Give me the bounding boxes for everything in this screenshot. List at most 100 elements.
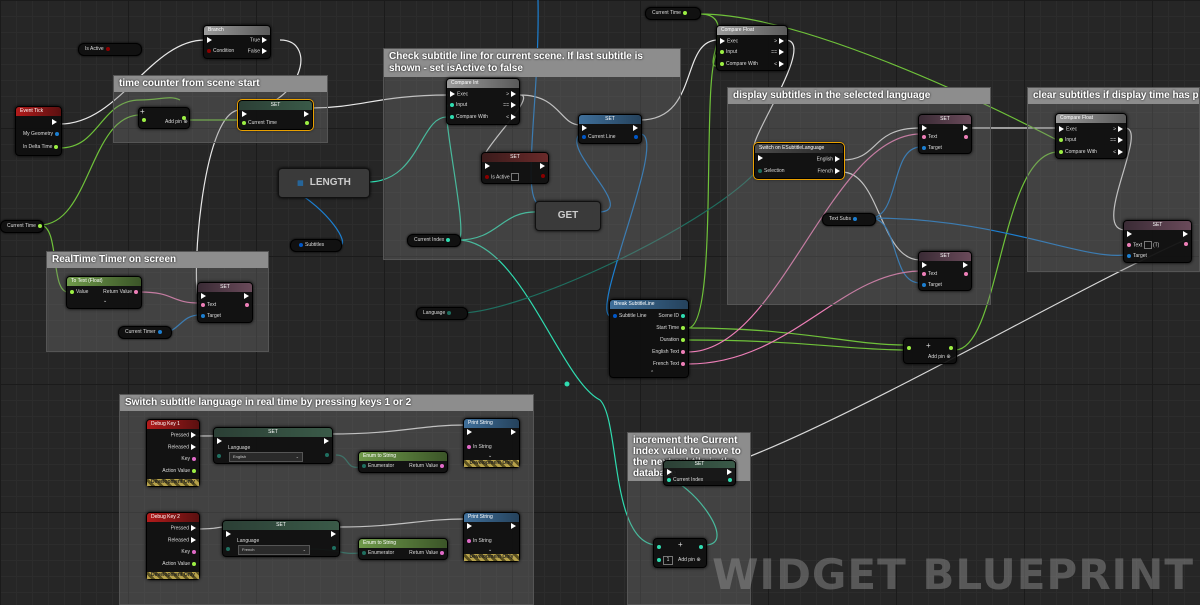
debug-key-2-node[interactable]: Debug Key 2 Pressed Released Key Action … xyxy=(146,512,200,580)
int-value-box[interactable]: 1 xyxy=(663,556,673,565)
get-array-node[interactable]: GET xyxy=(535,201,601,231)
input-pin[interactable]: Input xyxy=(1057,137,1076,144)
text-value-box[interactable] xyxy=(1143,241,1152,249)
value-pin[interactable]: Value xyxy=(68,289,88,296)
text-pin[interactable]: Text xyxy=(920,134,937,141)
subtitle-line-pin[interactable]: Subtitle Line xyxy=(611,313,647,320)
equal-pin[interactable]: == xyxy=(771,49,786,56)
current-time-getter[interactable]: Current Time xyxy=(0,220,44,233)
compare-with-pin[interactable]: Compare With xyxy=(448,114,488,121)
add-int-node[interactable]: + 1 Add pin ⊕ xyxy=(653,538,707,568)
return-value-pin[interactable]: Return Value xyxy=(409,550,446,557)
geometry-pin[interactable]: My Geometry xyxy=(23,131,61,138)
exec-in-pin[interactable] xyxy=(920,262,929,269)
action-value-pin[interactable]: Action Value xyxy=(162,468,198,475)
scene-id-pin[interactable]: Scene ID xyxy=(658,313,687,320)
input-pin[interactable]: Input xyxy=(448,102,467,109)
exec-in-pin[interactable] xyxy=(224,531,233,538)
input-pin[interactable]: Input xyxy=(718,49,737,56)
exec-in-pin[interactable] xyxy=(465,523,474,530)
delta-time-pin[interactable]: In Delta Time xyxy=(23,144,60,151)
exec-in-pin[interactable] xyxy=(920,125,929,132)
exec-in-pin[interactable] xyxy=(199,293,208,300)
exec-out-pin[interactable] xyxy=(1181,231,1190,238)
exec-out-pin[interactable] xyxy=(631,125,640,132)
switch-language-node[interactable]: Switch on ESubtitleLanguage Selection En… xyxy=(753,142,845,180)
exec-in-pin[interactable] xyxy=(665,469,674,476)
pressed-pin[interactable]: Pressed xyxy=(171,432,198,439)
french-text-pin[interactable]: French Text xyxy=(653,361,687,368)
text-pin[interactable]: Text xyxy=(920,271,937,278)
compare-with-pin[interactable]: Compare With xyxy=(1057,149,1097,156)
text-out-pin[interactable] xyxy=(243,302,251,309)
chevron-down-icon[interactable]: ⌄ xyxy=(488,547,492,554)
false-pin[interactable]: False xyxy=(248,48,269,55)
enum-to-string-node-2[interactable]: Enum to String Enumerator Return Value xyxy=(358,538,448,560)
in-string-pin[interactable]: In String xyxy=(465,444,492,451)
input-pins[interactable] xyxy=(140,117,148,124)
input-pin-a[interactable] xyxy=(655,544,663,551)
exec-in-pin[interactable] xyxy=(580,125,589,132)
true-pin[interactable]: True xyxy=(250,37,269,44)
text-out-pin[interactable] xyxy=(962,134,970,141)
equal-pin[interactable]: == xyxy=(503,102,518,109)
branch-node[interactable]: Branch Condition True False xyxy=(203,25,271,59)
target-pin[interactable]: Target xyxy=(920,145,942,152)
greater-pin[interactable]: > xyxy=(1113,126,1125,133)
subtitles-getter[interactable]: Subtitles xyxy=(290,239,342,252)
exec-out-pin[interactable] xyxy=(961,262,970,269)
add-float-node-mid[interactable]: + Add pin ⊕ xyxy=(903,338,957,364)
output-pin[interactable] xyxy=(330,545,338,552)
exec-out-pin[interactable] xyxy=(725,469,734,476)
text-pin[interactable]: Text xyxy=(199,302,216,309)
action-value-pin[interactable]: Action Value xyxy=(162,561,198,568)
current-time-getter-top[interactable]: Current Time xyxy=(645,7,701,20)
text-pin[interactable]: Text (T) xyxy=(1125,241,1159,249)
exec-out-pin[interactable] xyxy=(961,125,970,132)
enum-to-string-node-1[interactable]: Enum to String Enumerator Return Value xyxy=(358,451,448,473)
is-active-pin[interactable]: Is Active xyxy=(483,173,520,181)
set-language-french-node[interactable]: SET Language French ⌄ xyxy=(222,520,340,557)
chevron-down-icon[interactable]: ⌄ xyxy=(103,298,107,305)
exec-in-pin[interactable]: Exec xyxy=(718,38,738,45)
text-subs-getter[interactable]: Text Subs xyxy=(822,213,876,226)
english-text-pin[interactable]: English Text xyxy=(652,349,687,356)
start-time-pin[interactable]: Start Time xyxy=(656,325,687,332)
exec-in-pin[interactable]: Exec xyxy=(1057,126,1077,133)
event-tick-node[interactable]: Event Tick My Geometry In Delta Time xyxy=(15,106,62,156)
debug-key-1-node[interactable]: Debug Key 1 Pressed Released Key Action … xyxy=(146,419,200,487)
exec-out-pin[interactable] xyxy=(538,163,547,170)
released-pin[interactable]: Released xyxy=(168,444,198,451)
current-index-pin[interactable]: Current Index xyxy=(665,477,703,484)
exec-out-pin[interactable] xyxy=(509,523,518,530)
exec-out-pin[interactable] xyxy=(302,111,311,118)
language-getter[interactable]: Language xyxy=(416,307,468,320)
print-string-node-1[interactable]: Print String In String ⌄ Development Onl… xyxy=(463,418,520,468)
output-pin[interactable] xyxy=(726,477,734,484)
compare-with-pin[interactable]: Compare With xyxy=(718,61,758,68)
output-pin[interactable] xyxy=(539,173,547,180)
set-text-english-node[interactable]: SET Text Target xyxy=(918,114,972,154)
result-pin[interactable] xyxy=(180,115,188,122)
exec-in-pin[interactable] xyxy=(240,111,249,118)
exec-in-pin[interactable] xyxy=(756,155,765,162)
set-language-english-node[interactable]: SET Language English ⌄ xyxy=(213,427,333,464)
output-pin[interactable] xyxy=(323,452,331,459)
output-pin[interactable] xyxy=(303,120,311,127)
greater-pin[interactable]: > xyxy=(506,91,518,98)
break-subtitle-line-node[interactable]: Break SubtitleLine Subtitle Line Scene I… xyxy=(609,299,689,378)
add-float-node[interactable]: + Add pin ⊕ xyxy=(138,107,190,129)
pressed-pin[interactable]: Pressed xyxy=(171,525,198,532)
text-out-pin[interactable] xyxy=(1182,241,1190,248)
language-pin[interactable] xyxy=(224,546,232,553)
compare-float-node-right[interactable]: Compare Float Exec Input Compare With > … xyxy=(1055,113,1127,159)
checkbox[interactable] xyxy=(511,173,520,181)
output-pin[interactable] xyxy=(632,134,640,141)
target-pin[interactable]: Target xyxy=(920,282,942,289)
exec-in-pin[interactable] xyxy=(465,429,474,436)
exec-out-pin[interactable] xyxy=(242,293,251,300)
english-pin[interactable]: English xyxy=(817,156,842,163)
french-pin[interactable]: French xyxy=(817,168,842,175)
current-timer-getter[interactable]: Current Timer xyxy=(118,326,172,339)
in-string-pin[interactable]: In String xyxy=(465,538,492,545)
